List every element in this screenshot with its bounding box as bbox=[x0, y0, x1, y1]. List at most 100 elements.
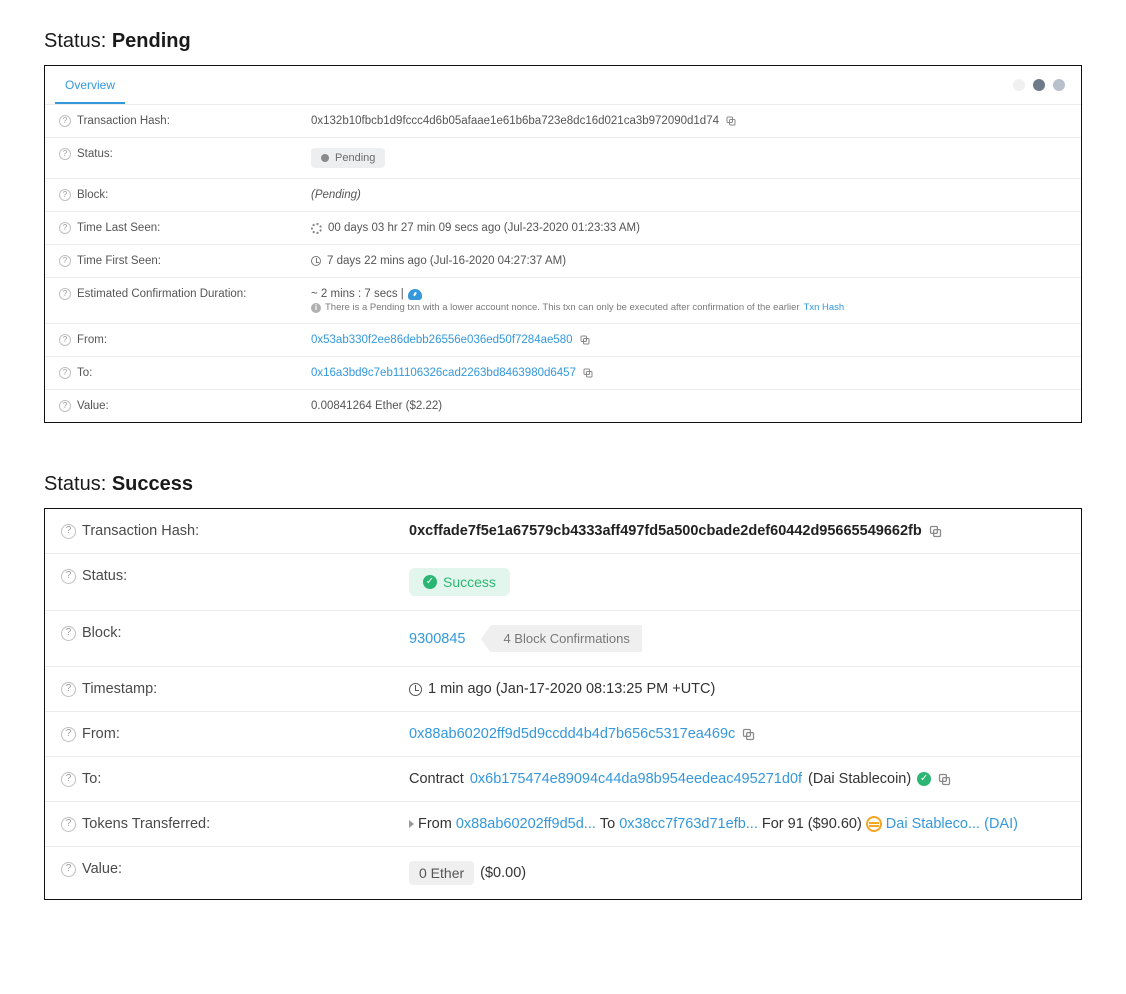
row-status: ? Status: ✓ Success bbox=[45, 554, 1081, 611]
tab-overview[interactable]: Overview bbox=[55, 66, 125, 104]
help-icon[interactable]: ? bbox=[61, 569, 76, 584]
row-txhash: ? Transaction Hash: 0xcffade7f5e1a67579cb… bbox=[45, 509, 1081, 554]
row-to: ?To: 0x16a3bd9c7eb11106326cad2263bd84639… bbox=[45, 357, 1081, 390]
label: Transaction Hash: bbox=[82, 523, 199, 539]
section-heading-pending: Status: Pending bbox=[44, 30, 1082, 53]
eta-value: ~ 2 mins : 7 secs | bbox=[311, 288, 404, 300]
value-usd: ($0.00) bbox=[480, 865, 526, 881]
dot-icon bbox=[1053, 79, 1065, 91]
help-icon[interactable]: ? bbox=[61, 727, 76, 742]
from-address-link[interactable]: 0x53ab330f2ee86debb26556e036ed50f7284ae5… bbox=[311, 334, 573, 346]
last-seen-value: 00 days 03 hr 27 min 09 secs ago (Jul-23… bbox=[328, 222, 640, 234]
spinner-icon bbox=[311, 223, 322, 234]
transfer-from-link[interactable]: 0x88ab60202ff9d5d... bbox=[456, 816, 596, 832]
row-timestamp: ?Timestamp: 1 min ago (Jan-17-2020 08:13… bbox=[45, 667, 1081, 712]
txhash-value: 0xcffade7f5e1a67579cb4333aff497fd5a500cb… bbox=[409, 523, 922, 539]
label: Value: bbox=[82, 861, 122, 877]
from-address-link[interactable]: 0x88ab60202ff9d5d9ccdd4b4d7b656c5317ea46… bbox=[409, 726, 735, 742]
copy-icon[interactable] bbox=[725, 115, 737, 127]
label: Transaction Hash: bbox=[77, 115, 170, 127]
row-value: ? Value: 0.00841264 Ether ($2.22) bbox=[45, 390, 1081, 422]
help-icon[interactable]: ? bbox=[59, 189, 71, 201]
heading-value: Success bbox=[112, 473, 193, 495]
to-address-link[interactable]: 0x6b175474e89094c44da98b954eedeac495271d… bbox=[470, 771, 802, 787]
first-seen-value: 7 days 22 mins ago (Jul-16-2020 04:27:37… bbox=[327, 255, 566, 267]
pending-icon bbox=[321, 154, 329, 162]
help-icon[interactable]: ? bbox=[61, 524, 76, 539]
row-from: ? From: 0x53ab330f2ee86debb26556e036ed50f… bbox=[45, 324, 1081, 357]
label: Status: bbox=[77, 148, 113, 160]
row-block: ? Block: 9300845 4 Block Confirmations bbox=[45, 611, 1081, 667]
label: Value: bbox=[77, 400, 109, 412]
help-icon[interactable]: ? bbox=[61, 862, 76, 877]
tab-bar: Overview bbox=[45, 66, 1081, 105]
confirmations-badge: 4 Block Confirmations bbox=[491, 625, 641, 652]
help-icon[interactable]: ? bbox=[61, 682, 76, 697]
help-icon[interactable]: ? bbox=[61, 772, 76, 787]
loading-dots bbox=[1013, 79, 1071, 91]
eta-note: There is a Pending txn with a lower acco… bbox=[325, 302, 800, 313]
token-link[interactable]: Dai Stableco... (DAI) bbox=[886, 816, 1018, 832]
pending-panel: Overview ?Transaction Hash: 0x132b10fbcb… bbox=[44, 65, 1082, 423]
check-circle-icon: ✓ bbox=[423, 575, 437, 589]
copy-icon[interactable] bbox=[928, 524, 943, 539]
copy-icon[interactable] bbox=[937, 772, 952, 787]
success-panel: ? Transaction Hash: 0xcffade7f5e1a67579cb… bbox=[44, 508, 1082, 900]
transfer-usd: ($90.60) bbox=[808, 816, 862, 832]
verified-icon: ✓ bbox=[917, 772, 931, 786]
help-icon[interactable]: ? bbox=[59, 222, 71, 234]
section-heading-success: Status: Success bbox=[44, 473, 1082, 496]
clock-icon bbox=[409, 683, 422, 696]
label: Time First Seen: bbox=[77, 255, 161, 267]
row-eta: ? Estimated Confirmation Duration: ~ 2 mi… bbox=[45, 278, 1081, 324]
value-text: 0.00841264 Ether ($2.22) bbox=[311, 400, 442, 412]
label: From: bbox=[82, 726, 120, 742]
copy-icon[interactable] bbox=[741, 727, 756, 742]
label: From: bbox=[77, 334, 107, 346]
dot-icon bbox=[1033, 79, 1045, 91]
row-status: ? Status: Pending bbox=[45, 138, 1081, 179]
help-icon[interactable]: ? bbox=[59, 367, 71, 379]
to-address-link[interactable]: 0x16a3bd9c7eb11106326cad2263bd8463980d64… bbox=[311, 367, 576, 379]
pending-status-pill: Pending bbox=[311, 148, 385, 168]
transfer-to-label: To bbox=[600, 816, 615, 832]
dot-icon bbox=[1013, 79, 1025, 91]
txn-hash-link[interactable]: Txn Hash bbox=[804, 302, 845, 313]
help-icon[interactable]: ? bbox=[59, 400, 71, 412]
help-icon[interactable]: ? bbox=[59, 255, 71, 267]
label: Tokens Transferred: bbox=[82, 816, 210, 832]
to-suffix: (Dai Stablecoin) bbox=[808, 771, 911, 787]
help-icon[interactable]: ? bbox=[59, 148, 71, 160]
help-icon[interactable]: ? bbox=[61, 626, 76, 641]
row-last-seen: ? Time Last Seen: 00 days 03 hr 27 min 09… bbox=[45, 212, 1081, 245]
label: Block: bbox=[82, 625, 122, 641]
gauge-icon bbox=[408, 289, 422, 300]
clock-icon bbox=[311, 256, 321, 266]
label: To: bbox=[82, 771, 101, 787]
label: Time Last Seen: bbox=[77, 222, 160, 234]
to-prefix: Contract bbox=[409, 771, 464, 787]
copy-icon[interactable] bbox=[579, 334, 591, 346]
block-value: (Pending) bbox=[311, 189, 361, 201]
value-chip: 0 Ether bbox=[409, 861, 474, 885]
row-block: ?Block: (Pending) bbox=[45, 179, 1081, 212]
heading-label: Status: bbox=[44, 30, 112, 52]
pill-text: Pending bbox=[335, 152, 375, 164]
label: Estimated Confirmation Duration: bbox=[77, 288, 246, 300]
label: Timestamp: bbox=[82, 681, 157, 697]
info-icon: i bbox=[311, 303, 321, 313]
copy-icon[interactable] bbox=[582, 367, 594, 379]
transfer-for-label: For bbox=[762, 816, 784, 832]
help-icon[interactable]: ? bbox=[59, 288, 71, 300]
pill-text: Success bbox=[443, 574, 496, 590]
label: Status: bbox=[82, 568, 127, 584]
help-icon[interactable]: ? bbox=[61, 817, 76, 832]
row-txhash: ?Transaction Hash: 0x132b10fbcb1d9fccc4d… bbox=[45, 105, 1081, 138]
chevron-right-icon bbox=[409, 820, 414, 828]
help-icon[interactable]: ? bbox=[59, 115, 71, 127]
transfer-to-link[interactable]: 0x38cc7f763d71efb... bbox=[619, 816, 758, 832]
help-icon[interactable]: ? bbox=[59, 334, 71, 346]
row-to: ? To: Contract 0x6b175474e89094c44da98b95… bbox=[45, 757, 1081, 802]
row-tokens-transferred: ?Tokens Transferred: From 0x88ab60202ff9… bbox=[45, 802, 1081, 847]
block-link[interactable]: 9300845 bbox=[409, 631, 465, 647]
